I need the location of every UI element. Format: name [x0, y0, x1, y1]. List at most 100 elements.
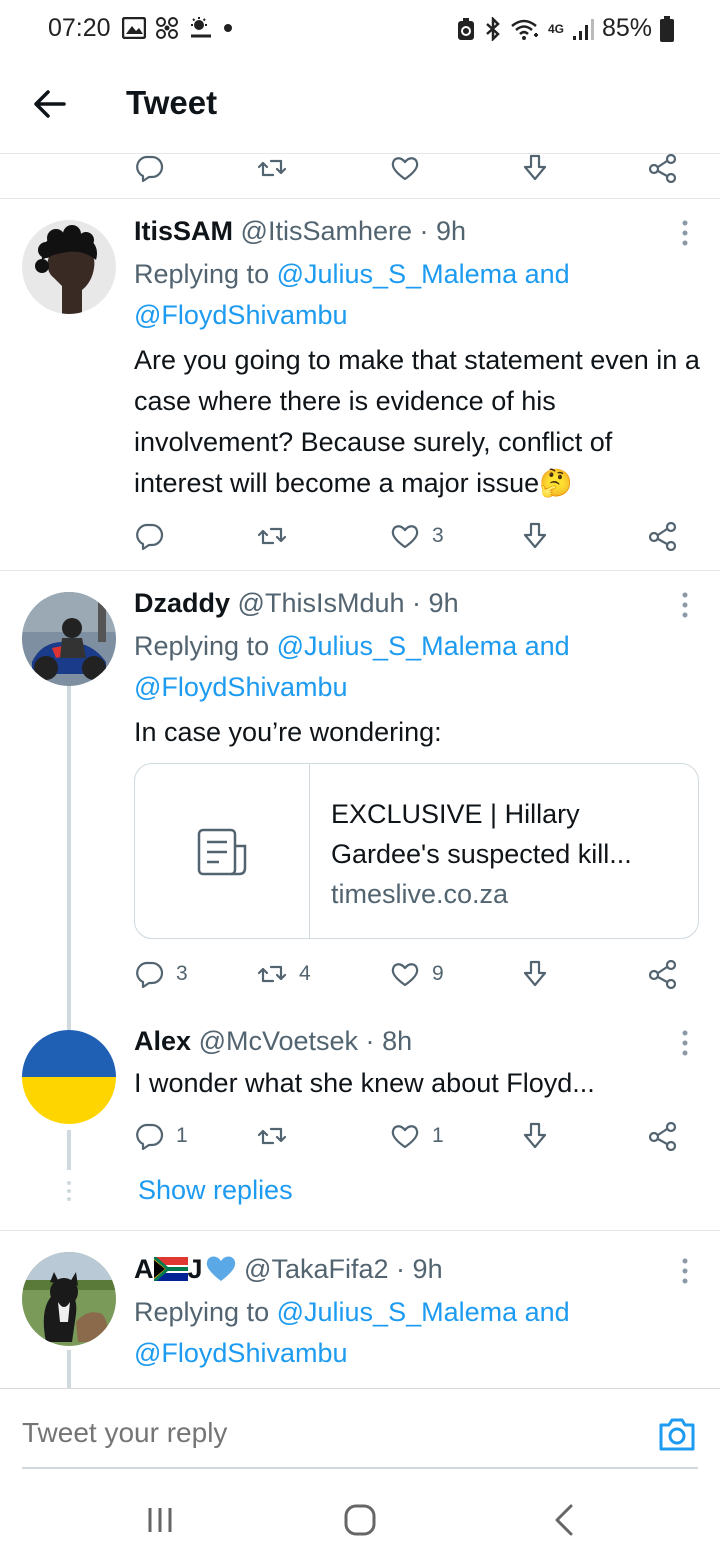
compose-underline — [22, 1467, 698, 1469]
tweet-text: Are you going to make that statement eve… — [134, 345, 700, 499]
heart-icon — [391, 1125, 419, 1149]
author-handle[interactable]: @ThisIsMduh — [238, 588, 405, 618]
system-back-icon[interactable] — [545, 1502, 585, 1538]
like-button[interactable]: 9 — [390, 954, 444, 994]
system-nav-bar — [0, 1470, 720, 1560]
share-button[interactable] — [648, 154, 678, 188]
divider — [0, 570, 720, 571]
like-button[interactable]: 1 — [390, 1116, 444, 1156]
author-handle[interactable]: @TakaFifa2 — [244, 1254, 388, 1284]
camera-icon[interactable] — [656, 1413, 698, 1455]
reply-count: 1 — [176, 1124, 188, 1147]
tweet-time: 9h — [436, 216, 467, 246]
tweet-header: Dzaddy @ThisIsMduh · 9h — [134, 588, 459, 618]
mention-link[interactable]: @Julius_S_Malema and — [277, 259, 570, 289]
card-thumbnail — [135, 764, 310, 938]
share-button[interactable] — [648, 1116, 678, 1156]
avatar[interactable] — [22, 1030, 116, 1124]
retweet-button[interactable] — [257, 154, 287, 188]
recent-apps-icon[interactable] — [140, 1502, 180, 1538]
author-name[interactable]: Alex — [134, 1026, 191, 1056]
fan-notification-icon — [156, 17, 178, 39]
author-handle[interactable]: @McVoetsek — [199, 1026, 358, 1056]
retweet-count: 4 — [299, 962, 311, 985]
reply-count: 3 — [176, 962, 188, 985]
tweet-action-bar: 1 1 — [0, 1116, 720, 1156]
retweet-icon — [257, 159, 287, 177]
blue-heart-icon — [206, 1256, 235, 1281]
retweet-icon — [257, 1127, 287, 1145]
download-button[interactable] — [520, 516, 550, 556]
bookmark-download-icon — [523, 1122, 547, 1149]
page-title: Tweet — [126, 84, 218, 121]
thinking-face-emoji: 🤔 — [539, 468, 573, 499]
reply-button[interactable]: 3 — [134, 954, 188, 994]
tweet-text: I wonder what she knew about Floyd... — [134, 1068, 595, 1098]
mention-link[interactable]: @Julius_S_Malema and — [277, 631, 570, 661]
tweet-text: In case you’re wondering: — [134, 717, 442, 747]
mention-link[interactable]: @FloydShivambu — [134, 1338, 348, 1368]
reply-button[interactable]: 1 — [134, 1116, 188, 1156]
download-button[interactable] — [520, 1116, 550, 1156]
like-button[interactable]: 3 — [390, 516, 444, 556]
avatar[interactable] — [22, 220, 116, 314]
more-dots-icon[interactable] — [676, 1028, 694, 1058]
bookmark-download-icon — [523, 522, 547, 549]
heart-icon — [391, 525, 419, 549]
author-name[interactable]: ItisSAM — [134, 216, 233, 246]
retweet-button[interactable] — [257, 516, 287, 556]
share-button[interactable] — [648, 516, 678, 556]
like-button[interactable] — [390, 154, 420, 188]
reply-icon — [136, 523, 164, 551]
avatar[interactable] — [22, 592, 116, 686]
card-title: EXCLUSIVE | Hillary Gardee's suspected k… — [331, 799, 632, 869]
divider — [0, 198, 720, 199]
share-button[interactable] — [648, 954, 678, 994]
mention-link[interactable]: @FloydShivambu — [134, 300, 348, 330]
reply-icon — [136, 155, 164, 183]
tweet-time: 8h — [382, 1026, 413, 1056]
tweet-header: ItisSAM @ItisSamhere · 9h — [134, 216, 467, 246]
heart-icon — [391, 157, 419, 181]
status-time: 07:20 — [48, 14, 111, 42]
author-name[interactable]: AJ — [134, 1254, 237, 1284]
tweet-action-bar — [0, 154, 720, 188]
download-button[interactable] — [520, 154, 550, 188]
signal-icon — [572, 18, 594, 40]
south-africa-flag-icon — [152, 1255, 188, 1283]
reply-compose-bar — [0, 1388, 720, 1469]
reply-icon — [136, 1123, 164, 1151]
replying-to: Replying to @Julius_S_Malema and @FloydS… — [134, 631, 570, 702]
reply-button[interactable] — [134, 516, 164, 556]
replying-to: Replying to @Julius_S_Malema and @FloydS… — [134, 1297, 570, 1368]
mention-link[interactable]: @Julius_S_Malema and — [277, 1297, 570, 1327]
battery-saver-icon — [457, 17, 474, 40]
retweet-button[interactable] — [257, 1116, 287, 1156]
battery-percent: 85% — [601, 14, 652, 42]
more-dots-icon[interactable] — [676, 218, 694, 248]
back-arrow-icon[interactable] — [30, 84, 70, 124]
wifi-icon — [511, 19, 538, 40]
share-icon — [648, 959, 677, 989]
divider — [0, 1230, 720, 1231]
tweet-header: AJ @TakaFifa2 · 9h — [134, 1254, 443, 1284]
reply-button[interactable] — [134, 154, 164, 188]
retweet-icon — [257, 965, 287, 983]
reply-input[interactable] — [22, 1417, 622, 1449]
tweet-replies-timeline[interactable]: ItisSAM @ItisSamhere · 9h Replying to @J… — [0, 154, 720, 1388]
show-replies-link[interactable]: Show replies — [138, 1175, 293, 1206]
retweet-button[interactable]: 4 — [257, 954, 311, 994]
reply-icon — [136, 961, 164, 989]
author-handle[interactable]: @ItisSamhere — [241, 216, 412, 246]
download-button[interactable] — [520, 954, 550, 994]
like-count: 9 — [432, 962, 444, 985]
author-name[interactable]: Dzaddy — [134, 588, 230, 618]
avatar[interactable] — [22, 1252, 116, 1346]
tweet-time: 9h — [428, 588, 459, 618]
more-dots-icon[interactable] — [676, 590, 694, 620]
more-dots-icon[interactable] — [676, 1256, 694, 1286]
mention-link[interactable]: @FloydShivambu — [134, 672, 348, 702]
link-preview-card[interactable]: EXCLUSIVE | Hillary Gardee's suspected k… — [134, 763, 699, 939]
heart-icon — [391, 963, 419, 987]
home-icon[interactable] — [340, 1502, 380, 1538]
